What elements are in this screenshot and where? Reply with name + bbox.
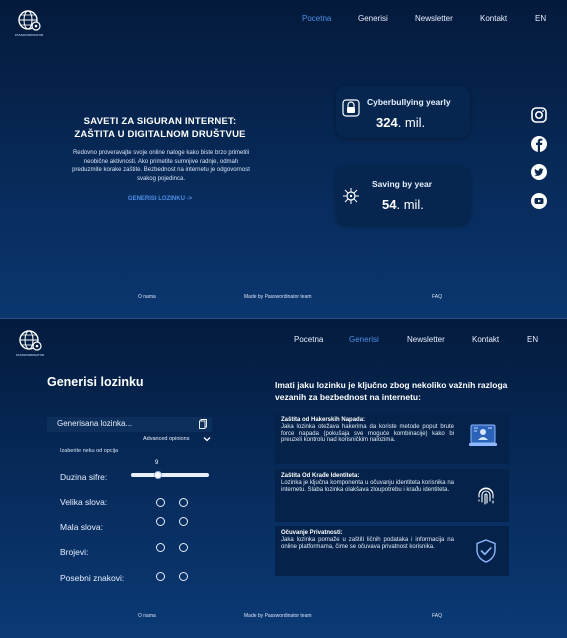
footer-about-link[interactable]: O nama (138, 613, 156, 619)
option-lowercase-label: Mala slova: (60, 522, 103, 532)
info-card-hacker: Zaštita od Hakerskih Napada: Jaka lozink… (275, 413, 509, 464)
brand-logo-text: PASSWORDINATOR (15, 33, 44, 37)
info-card-body: Lozinka je ključna komponenta u očuvanju… (281, 480, 454, 493)
shield-check-icon (476, 539, 496, 563)
hero-description: Redovno proveravajte svoje online naloge… (72, 150, 250, 182)
footer-faq-link[interactable]: FAQ (432, 613, 442, 619)
generated-password-placeholder: Generisana lozinka... (57, 419, 133, 428)
options-hint: Izaberite neku od opcija (60, 448, 119, 454)
lock-icon (342, 99, 360, 117)
brand-logo[interactable]: PASSWORDINATOR (16, 329, 44, 363)
info-card-body: Jaka lozinka pomaže u zaštiti ličnih pod… (281, 537, 454, 550)
hero-title-line2: ZAŠTITA U DIGITALNOM DRUŠTVUE (74, 129, 246, 140)
info-title: Imati jaku lozinku je ključno zbog nekol… (275, 380, 508, 402)
length-label: Duzina sifre: (60, 472, 108, 482)
option-numbers-label: Brojevi: (60, 547, 89, 557)
option-special-yes-radio[interactable] (156, 572, 165, 581)
nav-contact[interactable]: Kontakt (472, 335, 499, 344)
footer-faq-link[interactable]: FAQ (432, 294, 442, 300)
info-card-body: Jaka lozinka otežava hakerima da koriste… (281, 424, 454, 444)
option-numbers-no-radio[interactable] (179, 543, 188, 552)
footer-credits: Made by Passwordinator team (244, 613, 312, 619)
stat-card-cyberbullying: Cyberbullying yearly 324. mil. (336, 86, 470, 138)
language-toggle[interactable]: EN (535, 14, 546, 23)
length-value: 9 (155, 460, 159, 466)
info-card-identity: Zaštita Od Krađe Identiteta: Lozinka je … (275, 469, 509, 522)
stat-label: Saving by year (372, 179, 433, 189)
nav-generate[interactable]: Generisi (358, 14, 388, 23)
generator-title: Generisi lozinku (47, 375, 144, 389)
option-lowercase-yes-radio[interactable] (156, 517, 165, 526)
option-special-label: Posebni znakovi: (60, 573, 125, 583)
fingerprint-icon (478, 487, 494, 505)
stat-card-saving: Saving by year 54. mil. (336, 167, 470, 225)
brand-logo[interactable]: PASSWORDINATOR (15, 9, 43, 43)
hero-title: SAVETI ZA SIGURAN INTERNET: ZAŠTITA U DI… (60, 115, 260, 141)
hero-title-line1: SAVETI ZA SIGURAN INTERNET: (83, 116, 237, 127)
twitter-icon[interactable] (530, 163, 548, 181)
advanced-options-toggle[interactable]: Advanced opinions (143, 436, 211, 442)
generator-page: PASSWORDINATOR Pocetna Generisi Newslett… (0, 318, 567, 638)
info-card-head: Zaštita Od Krađe Identiteta: (281, 473, 360, 479)
option-uppercase-yes-radio[interactable] (156, 498, 165, 507)
footer-about-link[interactable]: O nama (138, 294, 156, 300)
footer-credits: Made by Passwordinator team (244, 294, 312, 300)
length-slider-thumb[interactable] (154, 471, 163, 479)
option-uppercase-label: Velika slova: (60, 497, 108, 507)
info-card-head: Zaštita od Hakerskih Napada: (281, 417, 366, 423)
option-lowercase-no-radio[interactable] (179, 517, 188, 526)
info-card-head: Očuvanje Privatnosti: (281, 530, 343, 536)
stat-value: 54. mil. (382, 197, 424, 212)
chevron-down-icon (203, 437, 211, 442)
home-page: PASSWORDINATOR Pocetna Generisi Newslett… (0, 0, 567, 318)
nav-home[interactable]: Pocetna (294, 335, 323, 344)
generate-password-link[interactable]: GENERISI LOZINKU -> (110, 196, 210, 202)
globe-gear-icon (19, 330, 42, 351)
brand-logo-text: PASSWORDINATOR (16, 353, 45, 357)
hacker-laptop-icon (469, 424, 497, 446)
virus-icon (343, 188, 359, 204)
copy-icon[interactable] (199, 419, 207, 429)
stat-value: 324. mil. (376, 115, 426, 130)
nav-generate[interactable]: Generisi (349, 335, 379, 344)
instagram-icon[interactable] (530, 106, 548, 124)
globe-gear-icon (18, 10, 41, 31)
youtube-icon[interactable] (530, 192, 548, 210)
language-toggle[interactable]: EN (527, 335, 538, 344)
nav-newsletter[interactable]: Newsletter (407, 335, 445, 344)
option-numbers-yes-radio[interactable] (156, 543, 165, 552)
facebook-icon[interactable] (530, 135, 548, 153)
option-uppercase-no-radio[interactable] (179, 498, 188, 507)
info-card-privacy: Očuvanje Privatnosti: Jaka lozinka pomaž… (275, 526, 509, 576)
option-special-no-radio[interactable] (179, 572, 188, 581)
nav-home[interactable]: Pocetna (302, 14, 331, 23)
advanced-options-label: Advanced opinions (143, 436, 190, 442)
stat-label: Cyberbullying yearly (367, 97, 451, 107)
length-slider-track[interactable] (131, 473, 209, 477)
nav-contact[interactable]: Kontakt (480, 14, 507, 23)
nav-newsletter[interactable]: Newsletter (415, 14, 453, 23)
generated-password-field[interactable]: Generisana lozinka... (47, 417, 212, 432)
